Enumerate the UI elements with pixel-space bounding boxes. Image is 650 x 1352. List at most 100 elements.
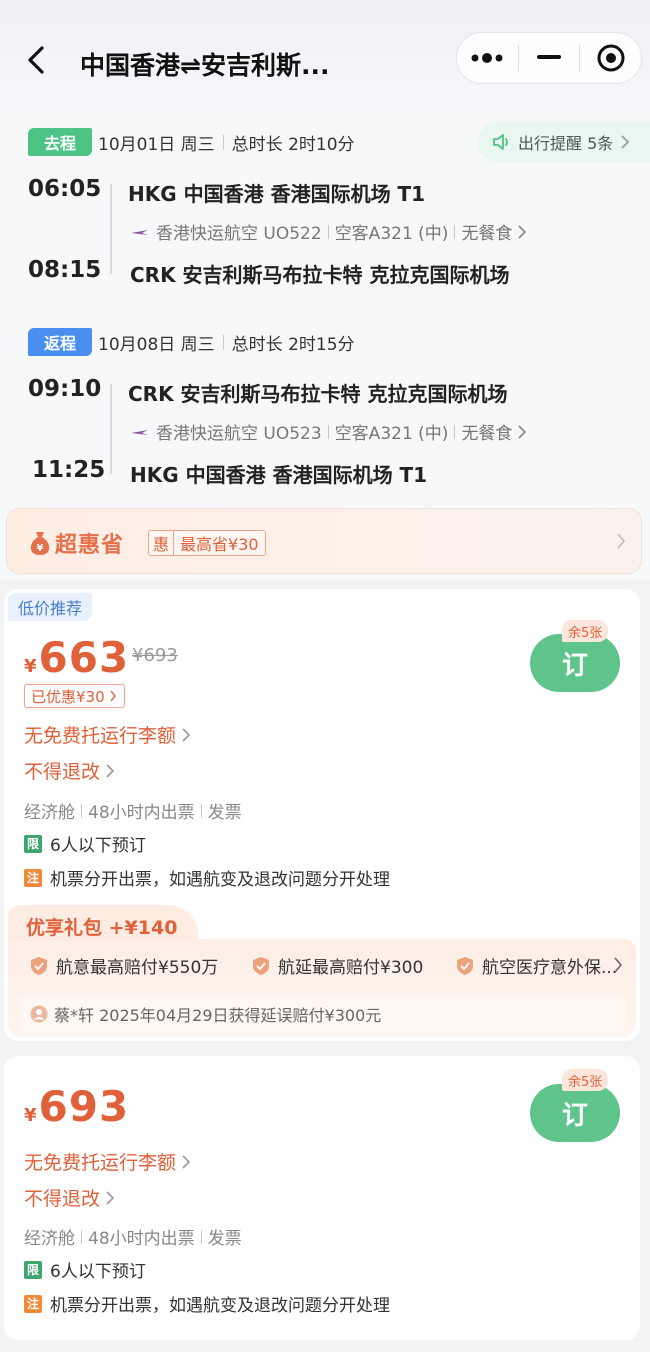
return-arrive-time: 11:25 [32,457,106,483]
return-segment: 返程 10月08日 周三 总时长 2时15分 09:10 CRK 安吉利斯马布拉… [0,328,650,498]
return-date: 10月08日 周三 [98,335,215,355]
ticketing-time: 48小时内出票 [88,1229,195,1249]
speaker-icon [493,134,508,150]
claim-text: 蔡*轩 2025年04月29日获得延误赔付¥300元 [54,1006,382,1025]
limit-text: 6人以下预订 [50,1262,146,1282]
outbound-flight-info[interactable]: 香港快运航空 UO522 空客A321 (中) 无餐食 [130,219,528,244]
return-depart-airport: CRK 安吉利斯马布拉卡特 克拉克国际机场 [128,382,508,406]
gift-item-text: 航空医疗意外保... [482,958,618,978]
gift-package-body: 航意最高赔付¥550万 航延最高赔付¥300 航空医疗意外保... 蔡*轩 20… [8,939,636,1037]
currency-symbol: ¥ [24,656,37,677]
nav-header: 中国香港⇌安吉利斯... [0,28,650,92]
remaining-tickets-badge: 余5张 [562,620,609,642]
divider [200,803,202,818]
booking-limit: 限 6人以下预订 [24,1257,146,1282]
divider [222,135,224,150]
claim-record: 蔡*轩 2025年04月29日获得延误赔付¥300元 [20,997,626,1031]
fare-price: ¥ 693 [24,1082,129,1131]
divider [454,224,456,239]
target-circle-icon [597,44,625,72]
recommend-tag: 低价推荐 [8,593,93,621]
gift-item-text: 航延最高赔付¥300 [278,958,424,978]
booking-limit: 限 6人以下预订 [24,831,146,856]
baggage-link[interactable]: 无免费托运行李额 [24,1148,192,1175]
chevron-right-icon [518,224,527,239]
cabin-info: 经济舱 48小时内出票 发票 [24,1224,242,1249]
more-button[interactable] [457,33,518,83]
gift-item: 航意最高赔付¥550万 [30,953,218,978]
minimize-icon [537,55,561,59]
limit-icon: 限 [24,834,42,853]
divider [454,424,456,439]
gift-package: 优享礼包 +¥140 航意最高赔付¥550万 航延最高赔付¥300 航空医疗意外… [8,905,636,1037]
user-avatar-icon [30,1005,48,1023]
route-line [110,384,112,474]
return-duration: 总时长 2时15分 [231,335,355,355]
close-mini-program-button[interactable] [580,33,641,83]
shield-icon [457,956,473,975]
currency-symbol: ¥ [24,1105,37,1126]
refund-text: 不得退改 [24,1188,101,1210]
baggage-link[interactable]: 无免费托运行李额 [24,721,192,748]
shield-icon [31,956,47,975]
original-price: ¥693 [132,645,178,666]
divider [81,1229,82,1244]
fare-price: ¥ 663 [24,633,129,682]
more-dots-icon [471,53,503,63]
return-flight-info[interactable]: 香港快运航空 UO523 空客A321 (中) 无餐食 [130,419,528,444]
chevron-right-icon [518,424,527,439]
chevron-right-icon[interactable] [612,955,624,975]
return-depart-time: 09:10 [28,376,102,402]
note-icon: 注 [24,1294,42,1313]
divider [222,335,224,350]
divider [81,803,82,818]
refund-text: 不得退改 [24,761,101,783]
super-saving-bar[interactable]: ¥ 超惠省 惠 最高省¥30 [6,508,642,574]
back-button[interactable] [18,42,54,78]
outbound-date: 10月01日 周三 [98,135,215,155]
money-bag-icon: ¥ [30,532,50,555]
airline-logo-icon [131,229,148,235]
return-arrive-airport: HKG 中国香港 香港国际机场 T1 [130,463,428,487]
refund-change-link[interactable]: 不得退改 [24,757,116,784]
refund-change-link[interactable]: 不得退改 [24,1184,116,1211]
return-airline: 香港快运航空 UO523 [156,424,322,444]
outbound-duration: 总时长 2时10分 [231,135,355,155]
note-icon: 注 [24,868,42,887]
return-meta: 10月08日 周三 总时长 2时15分 [98,330,355,355]
price-value: 663 [38,633,130,682]
discount-tag[interactable]: 已优惠¥30 [24,684,125,708]
gift-item-text: 航意最高赔付¥550万 [56,958,219,978]
chevron-right-icon [621,135,630,149]
cabin-info: 经济舱 48小时内出票 发票 [24,798,242,823]
saving-badge: 惠 最高省¥30 [148,530,266,556]
book-button[interactable]: 订 [530,634,620,692]
saving-amount: 最高省¥30 [180,535,259,554]
minimize-button[interactable] [519,33,580,83]
chevron-right-icon [106,763,115,778]
limit-icon: 限 [24,1260,42,1279]
super-saving-logo: ¥ 超惠省 [29,527,124,559]
price-value: 693 [38,1082,130,1131]
outbound-depart-airport: HKG 中国香港 香港国际机场 T1 [128,182,426,206]
ticketing-time: 48小时内出票 [88,803,195,823]
airline-logo-icon [131,429,148,435]
baggage-text: 无免费托运行李额 [24,725,177,747]
outbound-meta: 10月01日 周三 总时长 2时10分 [98,130,355,155]
outbound-tag: 去程 [28,128,92,156]
divider [200,1229,202,1244]
note-text: 机票分开出票，如遇航变及退改问题分开处理 [50,1296,390,1316]
divider [327,224,329,239]
outbound-arrive-airport: CRK 安吉利斯马布拉卡特 克拉克国际机场 [130,263,510,287]
route-line [110,184,112,274]
travel-reminder-button[interactable]: 出行提醒 5条 [478,122,650,162]
chevron-right-icon [617,533,626,549]
back-arrow-icon [28,46,44,74]
book-button[interactable]: 订 [530,1084,620,1142]
invoice-info: 发票 [207,1229,242,1249]
remaining-tickets-badge: 余5张 [562,1069,609,1091]
svg-text:¥: ¥ [37,543,44,554]
outbound-meal: 无餐食 [461,224,513,244]
gift-item: 航延最高赔付¥300 [252,953,423,978]
cabin-class: 经济舱 [24,1229,75,1249]
